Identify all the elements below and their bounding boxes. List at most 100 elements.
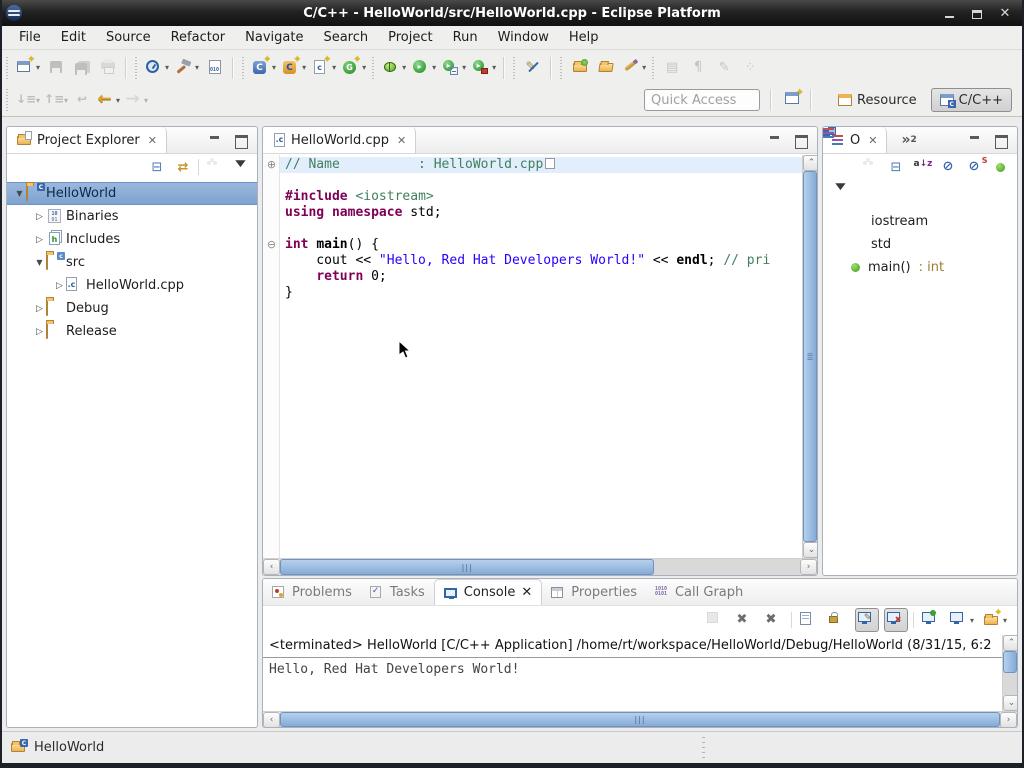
show-on-stdout-button[interactable]: ✎	[855, 608, 879, 632]
run-config-button[interactable]: ▸▾	[440, 56, 468, 80]
maximize-outline-button[interactable]	[993, 134, 1009, 147]
build-button[interactable]: ▾	[173, 56, 201, 80]
folded-region-box[interactable]	[545, 158, 555, 169]
console-horizontal-scrollbar[interactable]: ‹ ||| ›	[263, 711, 1017, 727]
expand-arrow-icon[interactable]: ▷	[33, 304, 46, 314]
new-c-project-button[interactable]: C✦▾	[250, 56, 278, 80]
collapse-arrow-icon[interactable]: ▼	[13, 189, 26, 198]
menu-edit[interactable]: Edit	[52, 28, 95, 47]
menu-project[interactable]: Project	[379, 28, 441, 47]
debug-dropdown-icon[interactable]: ▾	[402, 63, 406, 72]
fold-collapse-icon[interactable]: ⊖	[265, 237, 278, 253]
quick-access-input[interactable]	[644, 89, 760, 111]
menu-caret-button[interactable]: ▼	[229, 157, 251, 177]
code-editor[interactable]: // Name : HelloWorld.cpp#include <iostre…	[280, 155, 802, 558]
tree-item-helloworld[interactable]: ▼CHelloWorld	[7, 182, 257, 205]
menu-navigate[interactable]: Navigate	[236, 28, 312, 47]
tree-item-binaries[interactable]: ▷1001Binaries	[7, 205, 257, 228]
editor-tab[interactable]: .c HelloWorld.cpp ✕	[263, 127, 416, 153]
hide-fields-button[interactable]: ⊘	[937, 157, 959, 177]
open-task-button[interactable]	[568, 56, 592, 80]
editor-vertical-scrollbar[interactable]: ⌃ == ⌄	[802, 155, 817, 558]
build-dropdown-icon[interactable]: ▾	[195, 63, 199, 72]
scroll-left-icon[interactable]: ‹	[263, 559, 280, 575]
collapse-all-button[interactable]: ⊟	[885, 157, 907, 177]
previous-annotation-dropdown-icon[interactable]: ▾	[64, 96, 68, 105]
tree-item-helloworld-cpp[interactable]: ▷.cHelloWorld.cpp	[7, 274, 257, 297]
search-brush-dropdown-icon[interactable]: ▾	[642, 63, 646, 72]
perspective-resource[interactable]: Resource	[830, 88, 925, 112]
menu-refactor[interactable]: Refactor	[162, 28, 235, 47]
new-wizard-button[interactable]: ✦▾	[14, 56, 42, 80]
maximize-view-button[interactable]	[233, 134, 249, 147]
console-tab-properties[interactable]: Properties	[542, 579, 646, 605]
menu-run[interactable]: Run	[444, 28, 487, 47]
scroll-up-icon[interactable]: ⌃	[1003, 635, 1018, 651]
remove-all-terminated-button[interactable]: ✖✖	[762, 608, 786, 632]
fold-gutter[interactable]: ⊕⊖	[263, 155, 280, 558]
minimize-outline-button[interactable]	[967, 134, 983, 147]
outline-item-std[interactable]: std	[823, 233, 1017, 256]
run-dropdown-icon[interactable]: ▾	[432, 63, 436, 72]
maximize-editor-button[interactable]	[793, 134, 809, 147]
scroll-right-icon[interactable]: ›	[800, 559, 817, 575]
profile-button[interactable]: ▾	[143, 56, 171, 80]
new-cpp-class-button[interactable]: C✦▾	[280, 56, 308, 80]
open-perspective-button[interactable]: ✦	[781, 88, 805, 112]
expand-arrow-icon[interactable]: ▷	[33, 212, 46, 222]
console-tab-console[interactable]: Console✕	[434, 579, 543, 605]
expand-arrow-icon[interactable]: ▷	[33, 235, 46, 245]
maximize-button[interactable]	[970, 6, 984, 20]
new-c-file-dropdown-icon[interactable]: ▾	[332, 63, 336, 72]
open-resource-button[interactable]	[594, 56, 618, 80]
console-tab-problems[interactable]: Problems	[263, 579, 361, 605]
tree-item-includes[interactable]: ▷hIncludes	[7, 228, 257, 251]
new-wizard-dropdown-icon[interactable]: ▾	[36, 63, 40, 72]
collapse-all-button[interactable]: ⊟	[146, 157, 168, 177]
console-tab-call-graph[interactable]: 10100101Call Graph	[646, 579, 752, 605]
minimize-button[interactable]	[942, 6, 956, 20]
scroll-down-icon[interactable]: ⌄	[1003, 695, 1018, 711]
coverage-button[interactable]: ▸▾	[470, 56, 498, 80]
scroll-up-icon[interactable]: ⌃	[803, 155, 818, 171]
close-console-tab-icon[interactable]: ✕	[521, 585, 532, 600]
menu-file[interactable]: File	[10, 28, 50, 47]
outline-item-iostream[interactable]: iostream	[823, 210, 1017, 233]
scroll-lock-button[interactable]	[826, 608, 850, 632]
scroll-right-icon[interactable]: ›	[1000, 712, 1017, 728]
new-c-file-button[interactable]: c✦▾	[310, 56, 338, 80]
open-console-dropdown-icon[interactable]: ▾	[1003, 616, 1007, 625]
perspective-c-c-[interactable]: CC/C++	[931, 88, 1012, 112]
display-console-dropdown-icon[interactable]: ▾	[970, 616, 974, 625]
close-editor-icon[interactable]: ✕	[397, 134, 406, 147]
hidden-views-chevron[interactable]: »2	[887, 127, 916, 153]
console-vertical-scrollbar[interactable]: ⌃ ⌄	[1002, 635, 1017, 711]
fold-expand-icon[interactable]: ⊕	[265, 157, 278, 173]
new-c-project-dropdown-icon[interactable]: ▾	[272, 63, 276, 72]
scroll-left-icon[interactable]: ‹	[263, 712, 280, 728]
new-remote-connection-button[interactable]: G✦▾	[340, 56, 368, 80]
new-cpp-class-dropdown-icon[interactable]: ▾	[302, 63, 306, 72]
back-button[interactable]: ←▾	[94, 88, 122, 112]
forward-dropdown-icon[interactable]: ▾	[144, 96, 148, 105]
sort-az-button[interactable]: a↓z	[911, 157, 933, 177]
close-outline-icon[interactable]: ✕	[868, 134, 877, 147]
next-annotation-dropdown-icon[interactable]: ▾	[36, 96, 40, 105]
tree-item-debug[interactable]: ▷Debug	[7, 297, 257, 320]
binary-file-button[interactable]: 010	[203, 56, 227, 80]
menu-window[interactable]: Window	[489, 28, 558, 47]
display-console-button[interactable]: ▾	[948, 608, 976, 632]
scroll-down-icon[interactable]: ⌄	[803, 542, 818, 558]
close-button[interactable]: ✕	[998, 6, 1012, 20]
expand-arrow-icon[interactable]: ▷	[33, 327, 46, 337]
coverage-dropdown-icon[interactable]: ▾	[492, 63, 496, 72]
expand-arrow-icon[interactable]: ▷	[53, 281, 66, 291]
menu-source[interactable]: Source	[97, 28, 160, 47]
profile-dropdown-icon[interactable]: ▾	[165, 63, 169, 72]
link-with-editor-button[interactable]: ⇄	[172, 157, 194, 177]
status-splitter-grip[interactable]	[702, 737, 705, 759]
editor-horizontal-scrollbar[interactable]: ‹ ||| ›	[263, 558, 817, 575]
minimize-view-button[interactable]	[207, 134, 223, 147]
pin-console-button[interactable]	[919, 608, 943, 632]
run-config-dropdown-icon[interactable]: ▾	[462, 63, 466, 72]
